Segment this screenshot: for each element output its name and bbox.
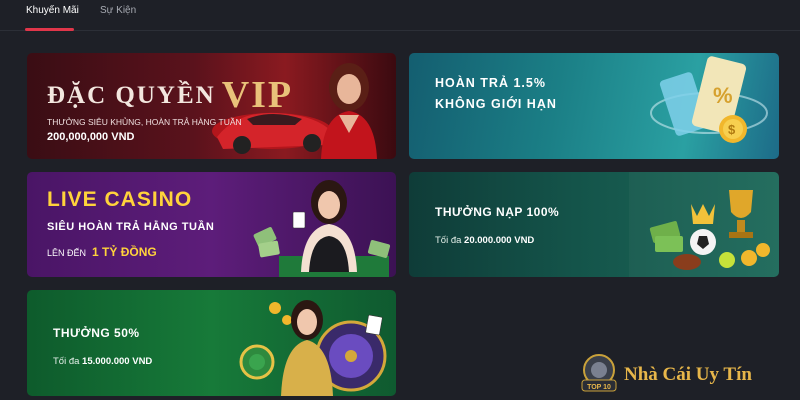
svg-text:%: % — [713, 83, 733, 108]
casino-dealer-illustration — [253, 180, 391, 277]
bonus-50-card-title: THƯỞNG 50% — [53, 326, 140, 340]
casino-upto-label: LÊN ĐẾN — [47, 248, 87, 258]
deposit-max-label: Tối đa — [435, 235, 462, 246]
promo-card-cashback[interactable]: % $ HOÀN TRẢ 1.5% KHÔNG GIỚI HẠN — [409, 53, 779, 159]
tab-su-kien[interactable]: Sự Kiện — [100, 5, 136, 16]
top10-logo-text: TOP 10 — [587, 384, 611, 391]
bonus-50-max-value: 15.000.000 VND — [82, 356, 153, 367]
deposit-card-title: THƯỞNG NẠP 100% — [435, 205, 560, 219]
casino-card-upto: LÊN ĐẾN 1 TỶ ĐỒNG — [47, 245, 157, 259]
vip-model-illustration — [321, 63, 377, 159]
promo-card-live-casino[interactable]: LIVE CASINO SIÊU HOÀN TRẢ HẰNG TUẦN LÊN … — [27, 172, 396, 277]
sports-trophy-illustration — [649, 190, 770, 270]
deposit-max-value: 20.000.000 VND — [464, 235, 535, 246]
top10-logo-icon: TOP 10 — [581, 354, 617, 392]
watermark-text: Nhà Cái Uy Tín — [624, 364, 752, 385]
promo-card-deposit-bonus[interactable]: THƯỞNG NẠP 100% Tối đa 20.000.000 VND — [409, 172, 779, 277]
active-tab-indicator — [25, 28, 74, 31]
site-watermark: TOP 10 Nhà Cái Uy Tín — [576, 350, 800, 398]
tab-khuyen-mai[interactable]: Khuyến Mãi — [26, 5, 79, 16]
cashback-card-title: HOÀN TRẢ 1.5% — [435, 76, 546, 90]
deposit-card-max: Tối đa 20.000.000 VND — [435, 235, 534, 246]
promo-card-bonus-50[interactable]: THƯỞNG 50% Tối đa 15.000.000 VND — [27, 290, 396, 396]
vip-card-amount: 200,000,000 VND — [47, 131, 135, 143]
bonus-50-card-max: Tối đa 15.000.000 VND — [53, 356, 152, 367]
vip-title-vip: VIP — [221, 74, 294, 116]
vip-title-prefix: ĐẶC QUYỀN — [47, 82, 216, 109]
bonus-50-max-label: Tối đa — [53, 356, 80, 367]
svg-text:$: $ — [728, 122, 736, 137]
promo-tabs: Khuyến Mãi Sự Kiện — [0, 0, 800, 31]
casino-upto-value: 1 TỶ ĐỒNG — [92, 245, 157, 259]
roulette-model-illustration — [239, 300, 387, 396]
vip-card-subtitle: THƯỞNG SIÊU KHỦNG, HOÀN TRẢ HÀNG TUẦN — [47, 117, 242, 127]
casino-card-title: LIVE CASINO — [47, 188, 193, 211]
cashback-card-subtitle: KHÔNG GIỚI HẠN — [435, 97, 557, 111]
vip-card-title: ĐẶC QUYỀN VIP — [47, 73, 293, 117]
casino-card-subtitle: SIÊU HOÀN TRẢ HẰNG TUẦN — [47, 221, 215, 233]
percent-ticket-illustration: % $ — [650, 56, 768, 143]
promo-card-vip[interactable]: ĐẶC QUYỀN VIP THƯỞNG SIÊU KHỦNG, HOÀN TRẢ… — [27, 53, 396, 159]
